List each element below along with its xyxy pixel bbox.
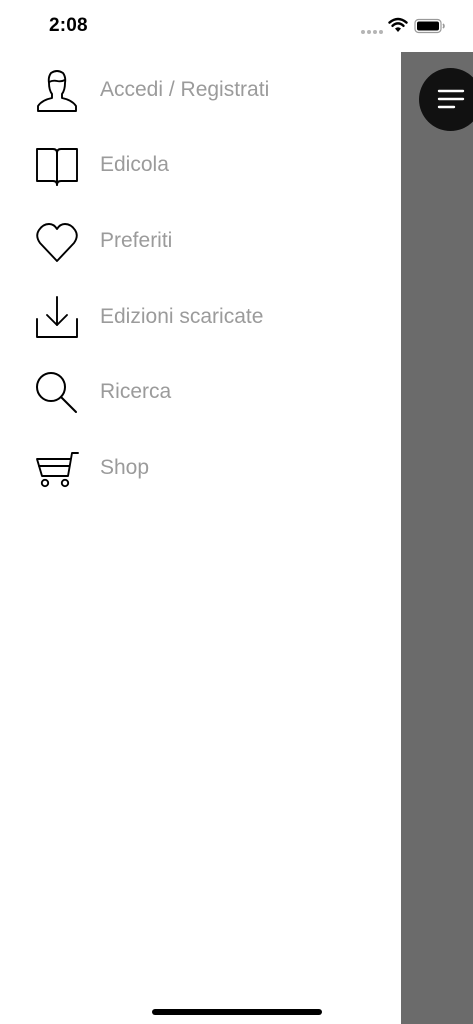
- menu-item-shop[interactable]: Shop: [0, 438, 401, 498]
- menu-item-edizioni-scaricate[interactable]: Edizioni scaricate: [0, 287, 401, 347]
- wifi-icon: [388, 17, 408, 32]
- menu-item-label: Ricerca: [100, 380, 172, 403]
- menu-item-label: Shop: [100, 456, 150, 479]
- dimmed-content-overlay[interactable]: [401, 52, 473, 1024]
- battery-icon: [414, 18, 445, 34]
- home-indicator[interactable]: [152, 1009, 322, 1015]
- user-icon: [37, 70, 77, 112]
- menu-lines-icon: [437, 89, 465, 109]
- menu-item-ricerca[interactable]: Ricerca: [0, 362, 401, 422]
- app-screen: 2:08 Accedi / Registrati Edicola Preferi…: [0, 0, 473, 1024]
- menu-item-label: Accedi / Registrati: [100, 78, 270, 101]
- download-tray-icon: [36, 296, 78, 338]
- menu-item-edicola[interactable]: Edicola: [0, 135, 401, 195]
- search-icon: [36, 372, 77, 413]
- signal-dots-icon: [361, 30, 383, 34]
- menu-item-login[interactable]: Accedi / Registrati: [0, 60, 401, 120]
- menu-item-label: Edizioni scaricate: [100, 305, 264, 328]
- shopping-cart-icon: [36, 452, 79, 488]
- menu-item-label: Edicola: [100, 153, 169, 176]
- menu-item-label: Preferiti: [100, 229, 173, 252]
- menu-toggle-button[interactable]: [419, 68, 473, 131]
- side-drawer: Accedi / Registrati Edicola Preferiti Ed…: [0, 52, 401, 1024]
- status-bar: 2:08: [0, 0, 473, 52]
- heart-icon: [36, 223, 78, 262]
- open-book-icon: [36, 148, 78, 186]
- status-time: 2:08: [49, 15, 88, 36]
- menu-item-preferiti[interactable]: Preferiti: [0, 211, 401, 271]
